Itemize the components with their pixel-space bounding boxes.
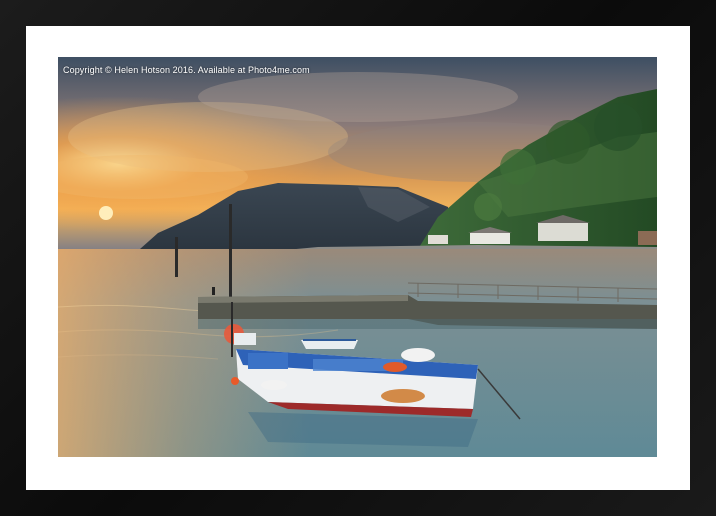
mooring-post (229, 204, 232, 299)
white-cottage (538, 223, 588, 241)
copyright-watermark: Copyright © Helen Hotson 2016. Available… (63, 65, 310, 75)
sun (99, 206, 113, 220)
photo-scene (58, 57, 657, 457)
small-dinghy (301, 340, 358, 349)
mooring-post (175, 237, 178, 277)
harbour-sunset-photo: Copyright © Helen Hotson 2016. Available… (58, 57, 657, 457)
white-cottage (470, 233, 510, 244)
